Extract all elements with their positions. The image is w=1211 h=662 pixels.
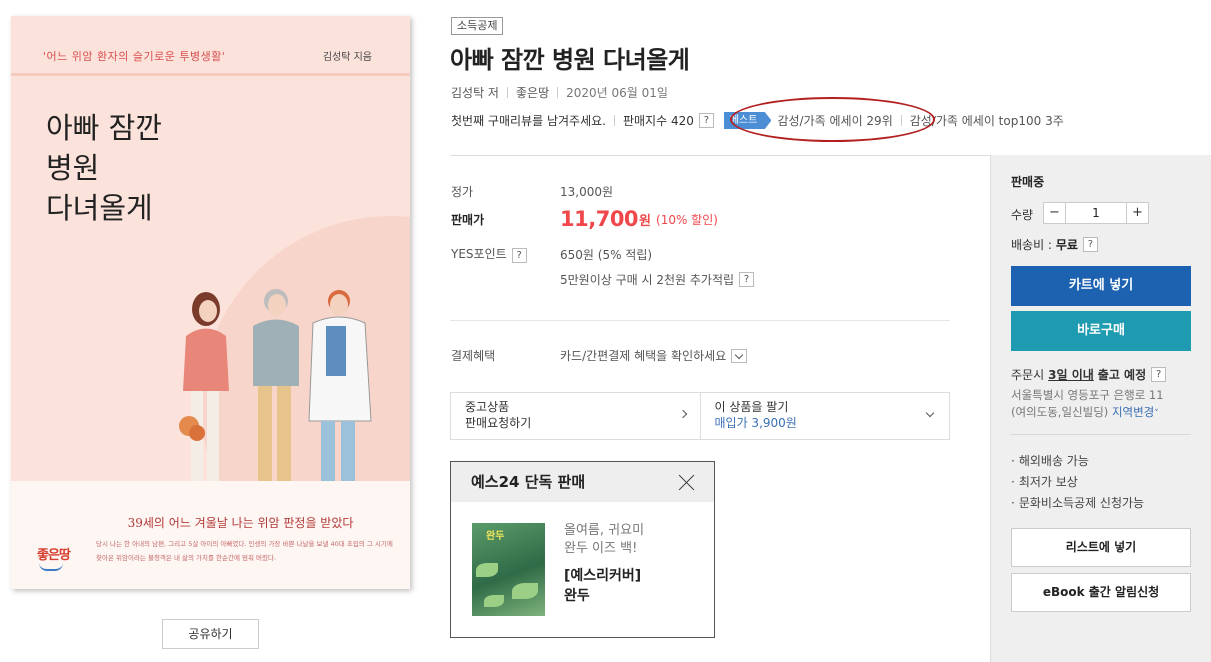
points-extra: 5만원이상 구매 시 2천원 추가적립 [560, 273, 735, 287]
sales-index: 판매지수 420 [622, 114, 694, 128]
points-value: 650원 (5% 적립) [560, 247, 653, 262]
region-change-link[interactable]: 지역변경 [1112, 405, 1154, 419]
points-extra-row: 5만원이상 구매 시 2천원 추가적립 ? [560, 271, 755, 288]
ebook-alert-button[interactable]: eBook 출간 알림신청 [1011, 573, 1191, 612]
publisher-logo: 좋은땅 [37, 548, 71, 563]
used-right-line1: 이 상품을 팔기 [714, 400, 789, 414]
list-price-row: 정가 13,000원 [451, 183, 613, 200]
divider [613, 115, 615, 126]
cover-headline: 39세의 어느 겨울날 나는 위암 판정을 받았다 [127, 516, 354, 530]
shipping-estimate: 주문시 3일 이내 출고 예정 ? [1011, 366, 1167, 383]
list-price-label: 정가 [451, 185, 474, 199]
cover-title: 아빠 잠깐 병원 다녀올게 [46, 111, 162, 225]
cover-blurb: 당시 나는 한 아내의 남편, 그리고 5살 아이의 아빠였다. 인생의 가장 … [96, 540, 393, 562]
exclusive-subtitle[interactable]: 올여름, 귀요미 완두 이즈 백! [564, 522, 644, 558]
exclusive-product-name[interactable]: [예스리커버] 완두 [564, 566, 641, 606]
cover-header-band [11, 16, 410, 76]
exclusive-title: 예스24 단독 판매 [471, 473, 586, 491]
list-item: 최저가 보상 [1011, 472, 1144, 493]
shipping-estimate-days: 3일 이내 [1048, 368, 1094, 382]
help-icon[interactable]: ? [1082, 237, 1098, 252]
close-icon[interactable] [679, 474, 695, 490]
divider [557, 87, 559, 98]
sale-price-unit: 원 [639, 213, 652, 229]
exclusive-thumbnail[interactable]: 완두 [472, 523, 545, 616]
shipping-estimate-pre: 주문시 [1011, 368, 1045, 382]
publisher-link[interactable]: 좋은땅 [516, 84, 549, 101]
section-divider [450, 155, 990, 156]
section-divider [450, 320, 950, 321]
add-to-wishlist-button[interactable]: 리스트에 넣기 [1011, 528, 1191, 567]
exclusive-header: 예스24 단독 판매 [451, 462, 714, 502]
payment-label: 결제혜택 [451, 349, 496, 363]
leaf-decoration [476, 563, 498, 577]
add-to-cart-button[interactable]: 카트에 넣기 [1011, 266, 1191, 306]
points-label: YES포인트 [451, 247, 507, 261]
quantity-minus-button[interactable]: − [1044, 203, 1066, 223]
publish-date: 2020년 06월 01일 [566, 86, 668, 100]
buyback-price: 매입가 3,900원 [714, 416, 797, 430]
quantity-stepper: − 1 + [1043, 202, 1149, 224]
points-label-wrap: YES포인트? [451, 245, 560, 263]
shipping-fee-value: 무료 [1055, 238, 1078, 252]
chevron-down-icon[interactable]: ˅ [1154, 409, 1159, 419]
points-row: YES포인트? 650원 (5% 적립) [451, 245, 652, 263]
sale-price-label: 판매가 [451, 212, 485, 227]
list-item: 해외배송 가능 [1011, 451, 1144, 472]
list-price-value: 13,000원 [560, 185, 614, 199]
payment-row: 결제혜택 카드/간편결제 혜택을 확인하세요 [451, 347, 748, 364]
address-line2: (여의도동,일신빌딩) [1011, 405, 1109, 419]
used-left-line2: 판매요청하기 [465, 416, 532, 430]
delivery-address: 서울특별시 영등포구 은행로 11 (여의도동,일신빌딩) 지역변경˅ [1011, 387, 1164, 423]
quantity-label: 수량 [1011, 208, 1034, 222]
used-book-box: 중고상품 판매요청하기 이 상품을 팔기 매입가 3,900원 [450, 392, 950, 440]
cover-tagline: '어느 위암 환자의 슬기로운 투병생활' [43, 50, 226, 63]
used-left-line1: 중고상품 [465, 400, 510, 414]
divider [506, 87, 508, 98]
thumbnail-title: 완두 [486, 531, 505, 542]
share-button[interactable]: 공유하기 [162, 619, 259, 649]
payment-value: 카드/간편결제 혜택을 확인하세요 [560, 349, 727, 363]
page-title: 아빠 잠깐 병원 다녀올게 [450, 46, 690, 74]
help-icon[interactable]: ? [739, 272, 755, 287]
help-icon[interactable]: ? [511, 248, 527, 263]
purchase-panel: 판매중 수량 − 1 + 배송비 : 무료 ? 카트에 넣기 바로구매 주문시 … [990, 155, 1211, 662]
buy-now-button[interactable]: 바로구매 [1011, 311, 1191, 351]
sale-status: 판매중 [1011, 175, 1045, 189]
address-line1: 서울특별시 영등포구 은행로 11 [1011, 388, 1164, 402]
book-meta: 김성탁 저 좋은땅 2020년 06월 01일 [451, 84, 668, 101]
quantity-input[interactable]: 1 [1066, 203, 1126, 223]
tax-deduction-badge: 소득공제 [451, 17, 504, 35]
cover-bottom-band [11, 481, 410, 589]
help-icon[interactable]: ? [698, 113, 714, 128]
cover-author: 김성탁 지음 [322, 52, 372, 63]
exclusive-sale-box: 예스24 단독 판매 완두 올여름, 귀요미 완두 이즈 백! [예스리커버] … [450, 461, 715, 638]
cover-illustration [179, 289, 372, 481]
sell-this-item-button[interactable]: 이 상품을 팔기 매입가 3,900원 [699, 393, 950, 439]
help-icon[interactable]: ? [1151, 367, 1167, 382]
used-sell-request-button[interactable]: 중고상품 판매요청하기 [451, 393, 700, 439]
discount-rate: (10% 할인) [656, 212, 718, 227]
shipping-fee-label: 배송비 : [1011, 238, 1052, 252]
chevron-down-icon[interactable] [731, 348, 748, 363]
shipping-estimate-post: 출고 예정 [1097, 368, 1147, 382]
leaf-decoration [512, 583, 538, 599]
panel-divider [1011, 434, 1191, 435]
feature-list: 해외배송 가능 최저가 보상 문화비소득공제 신청가능 [1011, 451, 1144, 514]
sale-price-value: 11,700 [560, 207, 639, 231]
list-item: 문화비소득공제 신청가능 [1011, 493, 1144, 514]
shipping-fee: 배송비 : 무료 ? [1011, 236, 1098, 253]
sale-price-row: 판매가 11,700 원 (10% 할인) [451, 207, 718, 231]
annotation-highlight-oval [730, 97, 935, 142]
quantity-plus-button[interactable]: + [1126, 203, 1148, 223]
book-cover[interactable]: '어느 위암 환자의 슬기로운 투병생활' 김성탁 지음 아빠 잠깐 병원 다녀… [11, 16, 410, 589]
author-link[interactable]: 김성탁 저 [451, 84, 499, 101]
review-link[interactable]: 첫번째 구매리뷰를 남겨주세요. [451, 112, 606, 129]
leaf-decoration [484, 595, 504, 607]
